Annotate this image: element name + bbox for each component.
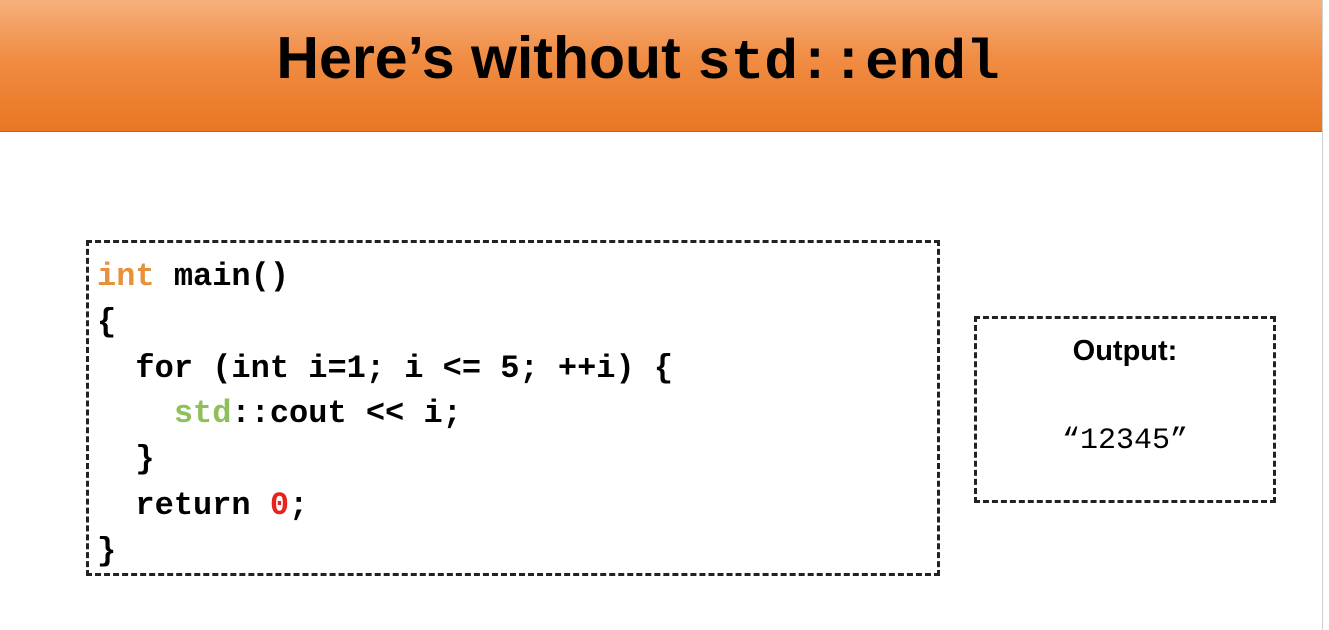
code-text: for (int i=1; i <= 5; ++i) {	[97, 350, 674, 387]
code-line-7: }	[97, 532, 116, 572]
code-box: int main() { for (int i=1; i <= 5; ++i) …	[86, 240, 940, 576]
code-line-6: return 0;	[97, 486, 308, 526]
code-line-5: }	[97, 440, 155, 480]
code-text: {	[97, 304, 117, 341]
slide-header: Here’s without std::endl	[0, 0, 1322, 132]
code-text: return	[97, 487, 270, 524]
code-namespace-std: std	[173, 395, 232, 432]
code-line-2: {	[97, 303, 116, 343]
slide-right-edge	[1322, 0, 1329, 630]
code-number-zero: 0	[269, 487, 290, 524]
code-line-1: int main()	[97, 257, 289, 297]
slide-title-code: std::endl	[697, 31, 1000, 95]
slide-title-text: Here’s without	[276, 25, 698, 91]
output-label: Output:	[1072, 335, 1178, 367]
slide-title: Here’s without std::endl	[0, 22, 1276, 99]
code-line-4: std::cout << i;	[97, 394, 462, 434]
code-text: }	[97, 533, 117, 570]
code-text: ::cout << i;	[231, 395, 462, 432]
code-text: ;	[289, 487, 309, 524]
code-text: main()	[154, 258, 290, 295]
output-value: “12345”	[1061, 424, 1189, 458]
code-line-3: for (int i=1; i <= 5; ++i) {	[97, 349, 673, 389]
output-box: Output: “12345”	[974, 316, 1276, 503]
code-keyword-int: int	[97, 258, 155, 295]
code-text: }	[97, 441, 155, 478]
